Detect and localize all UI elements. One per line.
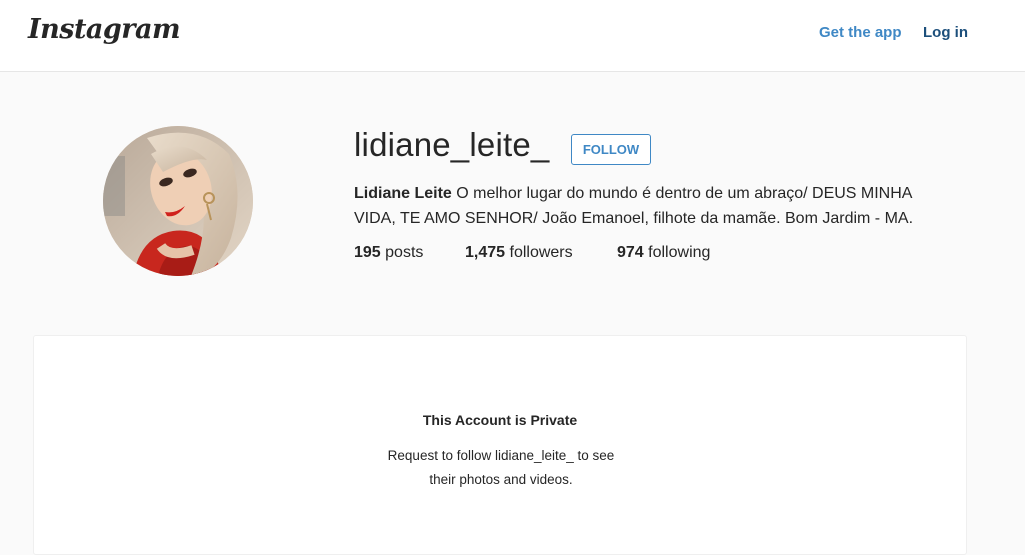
posts-stat: 195 posts: [354, 244, 423, 262]
following-label: following: [648, 244, 711, 261]
posts-label: posts: [385, 244, 424, 261]
following-count: 974: [617, 244, 644, 261]
top-nav-bar: Instagram Get the app Log in: [0, 0, 1025, 72]
get-the-app-link[interactable]: Get the app: [819, 24, 902, 41]
following-stat[interactable]: 974 following: [617, 244, 710, 262]
follow-button[interactable]: FOLLOW: [571, 134, 651, 165]
followers-label: followers: [509, 244, 573, 261]
private-account-title: This Account is Private: [422, 412, 578, 428]
posts-count: 195: [354, 244, 381, 261]
private-account-message: Request to follow lidiane_leite_ to see …: [387, 448, 615, 487]
instagram-logo[interactable]: Instagram: [28, 14, 181, 45]
profile-full-name: Lidiane Leite: [354, 185, 452, 202]
private-account-card: This Account is Private Request to follo…: [33, 335, 967, 555]
profile-avatar: [103, 126, 253, 276]
followers-count: 1,475: [465, 244, 506, 261]
followers-stat[interactable]: 1,475 followers: [465, 244, 573, 262]
profile-bio: Lidiane Leite O melhor lugar do mundo é …: [354, 181, 954, 231]
log-in-link[interactable]: Log in: [923, 24, 968, 41]
profile-username: lidiane_leite_: [354, 126, 550, 163]
